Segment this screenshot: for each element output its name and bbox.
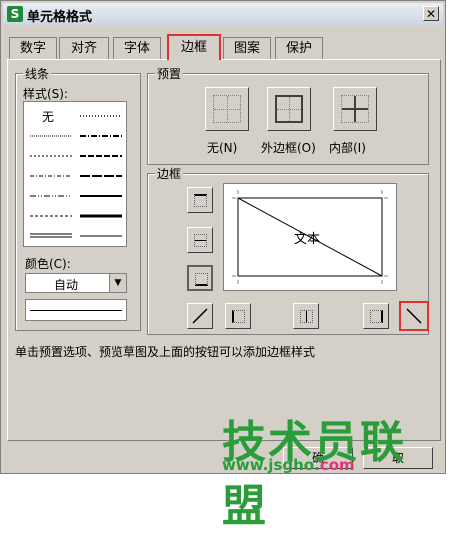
border-diagonal-up-button[interactable] xyxy=(187,303,213,329)
border-group-label: 边框 xyxy=(155,165,184,182)
line-sample xyxy=(25,299,127,321)
style-label: 样式(S): xyxy=(23,87,69,101)
border-left-icon xyxy=(232,310,245,323)
preset-outline-icon xyxy=(275,95,303,123)
preset-none-label: 无(N) xyxy=(207,141,238,155)
watermark-url-main: www.jsgho. xyxy=(222,456,320,474)
preset-group-label: 预置 xyxy=(155,65,184,82)
diagonal-down-icon xyxy=(406,308,422,324)
border-horizontal-icon xyxy=(194,234,207,247)
cell-format-dialog: S 单元格格式 ✕ 数字 对齐 字体 边框 图案 保护 线条 样式(S): 无 xyxy=(0,0,446,474)
watermark-url: www.jsgho.com xyxy=(222,456,355,474)
tab-pattern[interactable]: 图案 xyxy=(223,37,271,59)
chevron-down-icon[interactable]: ▼ xyxy=(109,274,126,292)
preset-none-icon xyxy=(213,95,241,123)
color-select-value: 自动 xyxy=(54,278,79,292)
border-bottom-icon xyxy=(195,273,208,286)
preset-inside-icon xyxy=(341,95,369,123)
tab-font[interactable]: 字体 xyxy=(113,37,161,59)
border-middle-vertical-button[interactable] xyxy=(293,303,319,329)
close-button[interactable]: ✕ xyxy=(423,6,439,21)
window-title: 单元格格式 xyxy=(27,10,93,25)
app-icon: S xyxy=(7,6,23,22)
border-top-button[interactable] xyxy=(187,187,213,213)
line-group-label: 线条 xyxy=(23,65,52,82)
border-middle-horizontal-button[interactable] xyxy=(187,227,213,253)
title-bar[interactable]: S 单元格格式 ✕ xyxy=(3,3,443,25)
tab-alignment[interactable]: 对齐 xyxy=(59,37,109,59)
border-right-icon xyxy=(370,310,383,323)
border-right-button[interactable] xyxy=(363,303,389,329)
color-label: 颜色(C): xyxy=(25,257,71,271)
line-style-list[interactable]: 无 xyxy=(23,101,127,247)
color-select[interactable]: 自动 ▼ xyxy=(25,273,127,293)
preset-none-button[interactable] xyxy=(205,87,249,131)
preset-outline-label: 外边框(O) xyxy=(261,141,316,155)
preset-inside-button[interactable] xyxy=(333,87,377,131)
tab-border[interactable]: 边框 xyxy=(167,34,221,60)
preset-inside-label: 内部(I) xyxy=(329,141,366,155)
hint-text: 单击预置选项、预览草图及上面的按钮可以添加边框样式 xyxy=(15,345,316,359)
watermark-url-tld: com xyxy=(319,456,355,474)
preview-text: 文本 xyxy=(294,232,321,247)
preset-outline-button[interactable] xyxy=(267,87,311,131)
close-icon: ✕ xyxy=(425,7,437,21)
border-diagonal-down-button[interactable] xyxy=(399,301,429,331)
diagonal-up-icon xyxy=(192,308,208,324)
border-bottom-button[interactable] xyxy=(187,265,213,291)
tab-number[interactable]: 数字 xyxy=(9,37,57,59)
border-top-icon xyxy=(194,194,207,207)
tab-protection[interactable]: 保护 xyxy=(275,37,323,59)
border-left-button[interactable] xyxy=(225,303,251,329)
line-style-samples xyxy=(30,115,122,238)
border-preview[interactable]: 文本 xyxy=(223,183,397,291)
border-vertical-icon xyxy=(300,310,313,323)
